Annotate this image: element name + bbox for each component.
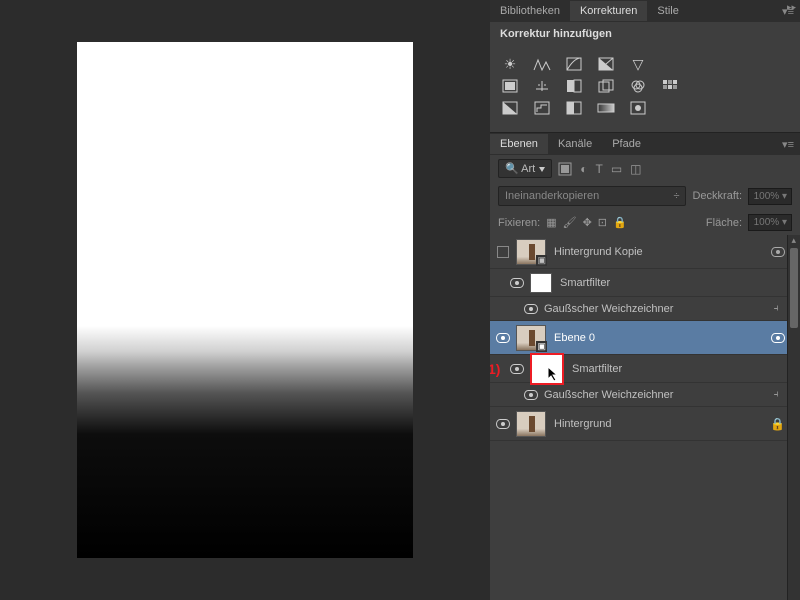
opacity-label: Deckkraft: — [692, 190, 742, 202]
tab-kanaele[interactable]: Kanäle — [548, 134, 602, 154]
add-correction-label: Korrektur hinzufügen — [490, 22, 800, 46]
smartfilter-row[interactable]: Smartfilter — [490, 269, 787, 297]
eye-icon[interactable] — [496, 419, 510, 429]
annotation-marker: 1) — [490, 361, 500, 377]
corrections-panel: Bibliotheken Korrekturen Stile ▾≡ Korrek… — [490, 0, 800, 133]
curves-icon[interactable] — [564, 56, 584, 72]
eye-icon[interactable] — [510, 364, 524, 374]
filter-effect-name[interactable]: Gaußscher Weichzeichner — [544, 303, 774, 315]
tab-korrekturen[interactable]: Korrekturen — [570, 1, 647, 21]
layer-filter-kind[interactable]: 🔍 Art — [498, 159, 552, 178]
filter-mask-thumbnail[interactable] — [530, 273, 552, 293]
cursor-icon — [546, 365, 560, 383]
eye-icon[interactable] — [524, 304, 538, 314]
tab-ebenen[interactable]: Ebenen — [490, 134, 548, 154]
eye-icon[interactable] — [771, 333, 785, 343]
lock-all-icon[interactable]: 🔒 — [613, 216, 627, 229]
eye-icon[interactable] — [496, 333, 510, 343]
selective-color-icon[interactable] — [628, 100, 648, 116]
photo-filter-icon[interactable] — [596, 78, 616, 94]
gradient-map-icon[interactable] — [596, 100, 616, 116]
filter-effect-row[interactable]: Gaußscher Weichzeichner ⫞ — [490, 297, 787, 321]
filter-shape-icon[interactable]: ▭ — [611, 162, 622, 176]
collapse-chevron-icon[interactable]: ▸▸ — [783, 0, 800, 15]
lock-transparency-icon[interactable]: ▦ — [546, 216, 556, 229]
layer-name[interactable]: Hintergrund Kopie — [554, 246, 769, 258]
levels-icon[interactable] — [532, 56, 552, 72]
invert-icon[interactable] — [500, 100, 520, 116]
filter-type-icon[interactable]: T — [595, 162, 602, 176]
layer-thumbnail[interactable]: ▣ — [516, 325, 546, 351]
brightness-contrast-icon[interactable]: ☀ — [500, 56, 520, 72]
scrollbar-thumb[interactable] — [790, 248, 798, 328]
tab-stile[interactable]: Stile — [647, 1, 688, 21]
eye-icon[interactable] — [771, 247, 785, 257]
layer-row-hintergrund[interactable]: Hintergrund 🔒 — [490, 407, 787, 441]
visibility-toggle-icon[interactable] — [497, 246, 509, 258]
layer-name[interactable]: Hintergrund — [554, 418, 769, 430]
fill-input[interactable]: 100% ▾ — [748, 214, 792, 231]
filter-effect-row[interactable]: Gaußscher Weichzeichner ⫞ — [490, 383, 787, 407]
filter-adjustment-icon[interactable]: ◐ — [580, 162, 587, 176]
layer-row-hintergrund-kopie[interactable]: ▣ Hintergrund Kopie — [490, 235, 787, 269]
layers-panel: Ebenen Kanäle Pfade ▾≡ 🔍 Art ◐ T ▭ ◫ Ine… — [490, 133, 800, 600]
opacity-input[interactable]: 100% ▾ — [748, 188, 792, 205]
color-lookup-icon[interactable] — [660, 78, 680, 94]
fill-label: Fläche: — [706, 217, 742, 229]
color-balance-icon[interactable] — [532, 78, 552, 94]
smartfilter-row[interactable]: 1) Smartfilter — [490, 355, 787, 383]
tab-pfade[interactable]: Pfade — [602, 134, 651, 154]
canvas-area: ▸▸ — [0, 0, 490, 600]
blend-mode-select[interactable]: Ineinanderkopieren÷ — [498, 186, 686, 206]
tab-bibliotheken[interactable]: Bibliotheken — [490, 1, 570, 21]
lock-position-icon[interactable]: ✥ — [583, 216, 592, 229]
lock-label: Fixieren: — [498, 217, 540, 229]
filter-smartobject-icon[interactable]: ◫ — [630, 162, 641, 176]
lock-artboard-icon[interactable]: ⊡ — [598, 216, 607, 229]
lock-image-icon[interactable]: 🖌 — [563, 216, 577, 229]
filter-blend-options-icon[interactable]: ⫞ — [774, 389, 779, 400]
channel-mixer-icon[interactable] — [628, 78, 648, 94]
layers-panel-menu-icon[interactable]: ▾≡ — [776, 138, 800, 151]
layers-scrollbar[interactable]: ▴ — [787, 235, 800, 600]
smartfilter-label: Smartfilter — [572, 363, 787, 375]
eye-icon[interactable] — [510, 278, 524, 288]
filter-mask-thumbnail[interactable] — [530, 353, 564, 385]
black-white-icon[interactable] — [564, 78, 584, 94]
posterize-icon[interactable] — [532, 100, 552, 116]
eye-icon[interactable] — [524, 390, 538, 400]
threshold-icon[interactable] — [564, 100, 584, 116]
exposure-icon[interactable] — [596, 56, 616, 72]
layer-row-ebene-0[interactable]: ▣ Ebene 0 — [490, 321, 787, 355]
smartfilter-label: Smartfilter — [560, 277, 787, 289]
layer-name[interactable]: Ebene 0 — [554, 332, 769, 344]
vibrance-icon[interactable]: ▽ — [628, 56, 648, 72]
filter-blend-options-icon[interactable]: ⫞ — [774, 303, 779, 314]
layer-thumbnail[interactable]: ▣ — [516, 239, 546, 265]
filter-effect-name[interactable]: Gaußscher Weichzeichner — [544, 389, 774, 401]
layer-thumbnail[interactable] — [516, 411, 546, 437]
document-canvas[interactable] — [77, 42, 413, 558]
filter-pixel-icon[interactable] — [558, 162, 572, 176]
lock-icon[interactable]: 🔒 — [769, 417, 787, 431]
hue-saturation-icon[interactable] — [500, 78, 520, 94]
